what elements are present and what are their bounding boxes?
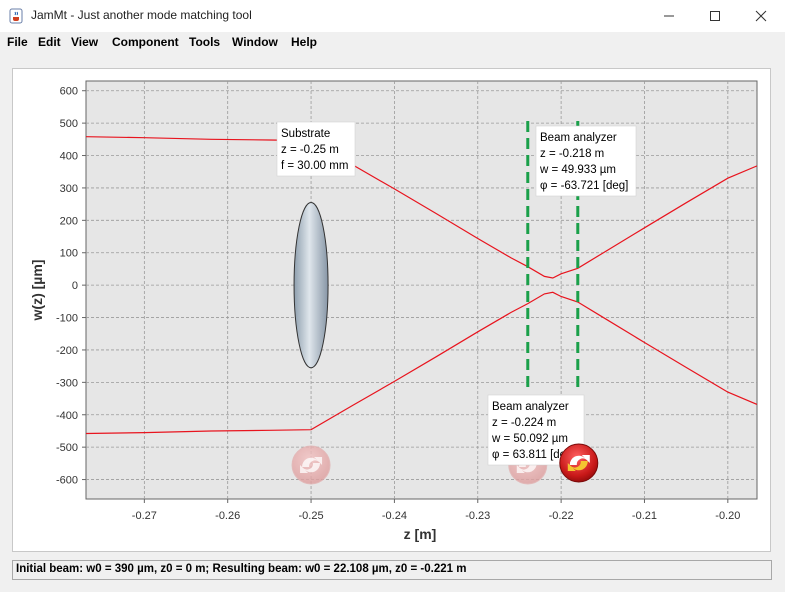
x-tick-label: -0.23 <box>465 510 490 522</box>
y-tick-label: -400 <box>56 410 78 422</box>
beam-plot[interactable]: Substrate z = -0.25 m f = 30.00 mm Beam ana… <box>0 0 785 592</box>
y-tick-label: -100 <box>56 313 78 325</box>
annotation-line: z = -0.224 m <box>492 417 556 429</box>
move-handle-circle <box>291 445 331 485</box>
annotation-line: φ = -63.721 [deg] <box>540 180 628 192</box>
x-tick-label: -0.21 <box>632 510 657 522</box>
annotation-line: z = -0.218 m <box>540 148 604 160</box>
analyzer-1-move-handle[interactable] <box>559 443 599 483</box>
status-text: Initial beam: w0 = 390 µm, z0 = 0 m; Res… <box>16 563 467 575</box>
x-tick-label: -0.24 <box>382 510 407 522</box>
move-handle-circle <box>559 443 599 483</box>
annotation-line: Substrate <box>281 128 330 140</box>
substrate-move-handle[interactable] <box>291 445 331 485</box>
y-tick-label: -300 <box>56 377 78 389</box>
annotation-line: f = 30.00 mm <box>281 160 348 172</box>
status-bar: Initial beam: w0 = 390 µm, z0 = 0 m; Res… <box>12 560 772 580</box>
y-tick-label: -500 <box>56 442 78 454</box>
x-tick-label: -0.22 <box>549 510 574 522</box>
y-tick-label: 0 <box>72 280 78 292</box>
x-tick-label: -0.27 <box>132 510 157 522</box>
y-axis-label: w(z) [µm] <box>29 260 45 322</box>
y-tick-label: 100 <box>60 248 78 260</box>
lens-substrate[interactable] <box>293 202 329 369</box>
plot-area[interactable] <box>85 80 758 500</box>
y-tick-label: -600 <box>56 475 78 487</box>
y-tick-label: -200 <box>56 345 78 357</box>
x-tick-label: -0.20 <box>715 510 740 522</box>
beam-analyzer-1-annotation[interactable]: Beam analyzer z = -0.218 m w = 49.933 µm φ … <box>535 125 637 197</box>
y-tick-label: 400 <box>60 151 78 163</box>
y-tick-label: 200 <box>60 215 78 227</box>
annotation-line: w = 50.092 µm <box>491 433 568 445</box>
annotation-line: w = 49.933 µm <box>539 164 616 176</box>
y-tick-label: 300 <box>60 183 78 195</box>
annotation-line: Beam analyzer <box>540 132 617 144</box>
annotation-line: Beam analyzer <box>492 401 569 413</box>
x-axis-label: z [m] <box>404 526 437 542</box>
y-tick-label: 500 <box>60 118 78 130</box>
annotation-line: z = -0.25 m <box>281 144 339 156</box>
y-tick-label: 600 <box>60 86 78 98</box>
x-tick-label: -0.26 <box>215 510 240 522</box>
x-tick-label: -0.25 <box>299 510 324 522</box>
substrate-annotation[interactable]: Substrate z = -0.25 m f = 30.00 mm <box>276 121 356 177</box>
